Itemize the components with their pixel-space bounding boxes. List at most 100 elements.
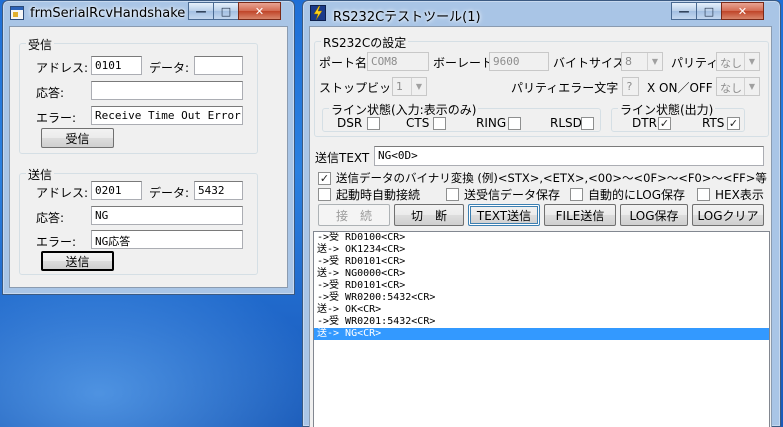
dsr-label: DSR: [337, 116, 363, 130]
cts-label: CTS: [406, 116, 430, 130]
baud-label: ボーレート: [433, 56, 494, 70]
chevron-down-icon: ▼: [744, 78, 759, 95]
maximize-icon: □: [220, 4, 232, 18]
close-icon: ✕: [737, 4, 748, 18]
file-send-button[interactable]: FILE送信: [544, 204, 616, 226]
bytesize-select[interactable]: 8 ▼: [621, 52, 663, 71]
text-send-button[interactable]: TEXT送信: [468, 204, 540, 226]
parity-select[interactable]: なし ▼: [716, 52, 760, 71]
ring-checkbox[interactable]: [508, 117, 521, 130]
minimize-icon: —: [678, 4, 690, 18]
close-button[interactable]: ✕: [721, 2, 764, 20]
tool-client-area: RS232Cの設定 ポート名 COM8 ボーレート 9600 バイトサイズ 8 …: [309, 26, 772, 427]
disconnect-button-label: 切 断: [410, 208, 447, 223]
log-clear-button-label: LOGクリア: [697, 208, 759, 223]
receive-address-field[interactable]: 0101: [91, 56, 142, 75]
connect-button-label: 接 続: [335, 208, 372, 223]
rts-label: RTS: [702, 116, 725, 130]
receive-group-legend: 受信: [26, 36, 55, 53]
log-row[interactable]: 送-> OK1234<CR>: [314, 244, 769, 256]
chevron-down-icon: ▼: [411, 78, 426, 95]
receive-address-label: アドレス:: [36, 61, 89, 75]
auto-connect-checkbox[interactable]: [318, 188, 331, 201]
log-row[interactable]: 送-> NG0000<CR>: [314, 268, 769, 280]
rlsd-label: RLSD: [550, 116, 582, 130]
receive-error-label: エラー:: [36, 111, 77, 125]
line-input-group: ライン状態(入力:表示のみ) DSR CTS RING RLSD: [322, 101, 601, 132]
binary-convert-checkbox[interactable]: ✓: [318, 172, 331, 185]
minimize-button[interactable]: —: [188, 2, 214, 20]
maximize-icon: □: [703, 4, 715, 18]
disconnect-button[interactable]: 切 断: [394, 204, 464, 226]
send-group: 送信 アドレス: 0201 データ: 5432 応答: NG エラー: NG応答…: [19, 166, 258, 275]
receive-data-field[interactable]: [194, 56, 243, 75]
receive-response-label: 応答:: [36, 86, 65, 100]
send-data-label: データ:: [149, 186, 190, 200]
log-row[interactable]: ->受 RD0100<CR>: [314, 232, 769, 244]
log-row[interactable]: ->受 RD0101<CR>: [314, 280, 769, 292]
receive-response-field[interactable]: [91, 81, 243, 100]
bytesize-label: バイトサイズ: [553, 56, 625, 70]
send-response-label: 応答:: [36, 211, 65, 225]
send-address-field[interactable]: 0201: [91, 181, 142, 200]
receive-button[interactable]: 受信: [41, 128, 114, 148]
log-row[interactable]: 送-> NG<CR>: [314, 328, 769, 340]
log-row[interactable]: ->受 RD0101<CR>: [314, 256, 769, 268]
maximize-button[interactable]: □: [696, 2, 722, 20]
window-rs232c-test-tool: RS232Cテストツール(1) — □ ✕ RS232Cの設定 ポート名 COM…: [302, 0, 781, 427]
minimize-icon: —: [195, 4, 207, 18]
log-row[interactable]: ->受 WR0201:5432<CR>: [314, 316, 769, 328]
send-error-label: エラー:: [36, 235, 77, 249]
send-response-field[interactable]: NG: [91, 206, 243, 225]
minimize-button[interactable]: —: [671, 2, 697, 20]
log-save-button[interactable]: LOG保存: [620, 204, 688, 226]
xonoff-select[interactable]: なし ▼: [716, 77, 760, 96]
stopbit-select[interactable]: 1 ▼: [392, 77, 427, 96]
send-text-field[interactable]: NG<0D>: [374, 146, 764, 166]
bytesize-value: 8: [625, 55, 632, 68]
parity-value: なし: [720, 57, 742, 70]
stopbit-label: ストップビット: [319, 81, 404, 95]
receive-data-label: データ:: [149, 61, 190, 75]
parity-error-label: パリティエラー文字: [511, 81, 619, 95]
receive-error-field[interactable]: Receive Time Out Error!: [91, 106, 243, 125]
text-send-button-label: TEXT送信: [476, 208, 532, 223]
parity-error-field[interactable]: ?: [622, 77, 639, 96]
send-button[interactable]: 送信: [41, 251, 114, 271]
title-bar[interactable]: RS232Cテストツール(1) — □ ✕: [303, 1, 780, 25]
close-button[interactable]: ✕: [238, 2, 281, 20]
rlsd-checkbox[interactable]: [581, 117, 594, 130]
hex-display-label: HEX表示: [715, 188, 764, 202]
cts-checkbox[interactable]: [433, 117, 446, 130]
log-row[interactable]: 送-> OK<CR>: [314, 304, 769, 316]
port-field[interactable]: COM8: [367, 52, 429, 71]
close-icon: ✕: [254, 4, 265, 18]
lightning-icon: [310, 5, 326, 21]
save-data-checkbox[interactable]: [446, 188, 459, 201]
title-bar[interactable]: frmSerialRcvHandshake — □ ✕: [3, 1, 294, 25]
xonoff-value: なし: [720, 82, 742, 95]
chevron-down-icon: ▼: [744, 53, 759, 70]
send-error-field[interactable]: NG応答: [91, 230, 243, 249]
auto-connect-label: 起動時自動接続: [336, 188, 421, 202]
port-label: ポート名: [319, 56, 368, 70]
auto-log-label: 自動的にLOG保存: [588, 188, 686, 202]
dtr-checkbox[interactable]: ✓: [658, 117, 671, 130]
receive-button-label: 受信: [65, 131, 90, 146]
log-list[interactable]: ->受 RD0100<CR> 送-> OK1234<CR> ->受 RD0101<C…: [313, 231, 770, 427]
window-title: frmSerialRcvHandshake: [30, 6, 186, 21]
app-form-icon: [10, 6, 24, 20]
maximize-button[interactable]: □: [213, 2, 239, 20]
send-address-label: アドレス:: [36, 186, 89, 200]
log-clear-button[interactable]: LOGクリア: [692, 204, 764, 226]
rts-checkbox[interactable]: ✓: [727, 117, 740, 130]
send-data-field[interactable]: 5432: [194, 181, 243, 200]
rs232c-settings-group: RS232Cの設定 ポート名 COM8 ボーレート 9600 バイトサイズ 8 …: [314, 34, 769, 137]
log-row[interactable]: ->受 WR0200:5432<CR>: [314, 292, 769, 304]
dsr-checkbox[interactable]: [367, 117, 380, 130]
file-send-button-label: FILE送信: [555, 208, 605, 223]
connect-button[interactable]: 接 続: [318, 204, 390, 226]
auto-log-checkbox[interactable]: [570, 188, 583, 201]
hex-display-checkbox[interactable]: [697, 188, 710, 201]
baud-field[interactable]: 9600: [489, 52, 549, 71]
